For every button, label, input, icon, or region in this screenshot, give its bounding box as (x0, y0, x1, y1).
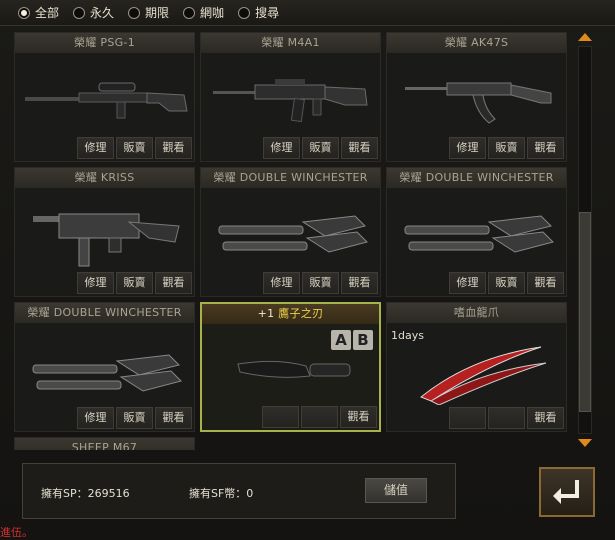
empty-button (488, 407, 525, 429)
double-shotgun-icon (32, 354, 182, 392)
repair-button[interactable]: 修理 (449, 272, 486, 294)
claw-icon (420, 346, 547, 405)
smg-icon (33, 213, 180, 267)
item-title: SHEEP M67 (15, 438, 194, 450)
item-slot-selected[interactable]: +1 鷹子之刃 A B 觀看 (200, 302, 381, 432)
item-slot[interactable]: 榮耀 DOUBLE WINCHESTER 修理 販賣 觀看 (14, 302, 195, 432)
item-title: 榮耀 DOUBLE WINCHESTER (15, 303, 194, 323)
filter-label: 全部 (35, 6, 60, 20)
corner-text: 進伍。 (0, 526, 33, 539)
sell-button[interactable]: 販賣 (116, 407, 153, 429)
knife-icon (237, 360, 351, 378)
empty-button (301, 406, 338, 428)
repair-button[interactable]: 修理 (263, 272, 300, 294)
repair-button[interactable]: 修理 (77, 407, 114, 429)
repair-button[interactable]: 修理 (263, 137, 300, 159)
filter-label: 搜尋 (255, 6, 280, 20)
sell-button[interactable]: 販賣 (116, 272, 153, 294)
item-title: 嗜血龍爪 (387, 303, 566, 323)
view-button[interactable]: 觀看 (155, 137, 192, 159)
item-slot[interactable]: SHEEP M67 (14, 437, 195, 450)
view-button[interactable]: 觀看 (527, 407, 564, 429)
item-slot[interactable]: 榮耀 PSG-1 修理 販賣 觀看 (14, 32, 195, 162)
item-title: 榮耀 M4A1 (201, 33, 380, 53)
radio-icon[interactable] (128, 6, 141, 19)
view-button[interactable]: 觀看 (527, 137, 564, 159)
view-button[interactable]: 觀看 (527, 272, 564, 294)
item-title: +1 鷹子之刃 (202, 304, 379, 324)
filter-permanent[interactable]: 永久 (73, 4, 114, 21)
ak-rifle-icon (405, 82, 552, 124)
inventory-window: 全部 永久 期限 網咖 搜尋 榮耀 PSG-1 修理 販賣 觀看 榮耀 M4A1 (0, 0, 615, 540)
item-slot[interactable]: 榮耀 KRISS 修理 販賣 觀看 (14, 167, 195, 297)
return-arrow-icon (553, 480, 579, 504)
view-button[interactable]: 觀看 (341, 137, 378, 159)
scroll-up-icon[interactable] (578, 33, 592, 41)
sell-button[interactable]: 販賣 (116, 137, 153, 159)
view-button[interactable]: 觀看 (340, 406, 377, 428)
filter-label: 期限 (145, 6, 170, 20)
back-button[interactable] (539, 467, 595, 517)
sniper-rifle-icon (25, 82, 188, 119)
filter-bar: 全部 永久 期限 網咖 搜尋 (0, 0, 615, 26)
item-title: 榮耀 PSG-1 (15, 33, 194, 53)
double-shotgun-icon (404, 215, 554, 253)
sf-balance: 擁有SF幣：0 (189, 487, 254, 500)
assault-rifle-icon (213, 79, 368, 123)
sell-button[interactable]: 販賣 (302, 137, 339, 159)
empty-button (449, 407, 486, 429)
item-title: 榮耀 DOUBLE WINCHESTER (387, 168, 566, 188)
filter-search[interactable]: 搜尋 (238, 4, 279, 21)
currency-panel: 擁有SP：269516 擁有SF幣：0 儲值 (22, 463, 456, 519)
sell-button[interactable]: 販賣 (488, 272, 525, 294)
filter-limited[interactable]: 期限 (128, 4, 169, 21)
scroll-thumb[interactable] (579, 212, 591, 412)
scroll-down-icon[interactable] (578, 439, 592, 447)
item-title: 榮耀 DOUBLE WINCHESTER (201, 168, 380, 188)
radio-icon[interactable] (18, 6, 30, 19)
view-button[interactable]: 觀看 (155, 272, 192, 294)
item-slot[interactable]: 榮耀 M4A1 修理 販賣 觀看 (200, 32, 381, 162)
item-title: 榮耀 KRISS (15, 168, 194, 188)
item-slot[interactable]: 榮耀 AK47S 修理 販賣 觀看 (386, 32, 567, 162)
sp-balance: 擁有SP：269516 (41, 487, 130, 500)
radio-icon[interactable] (73, 6, 86, 19)
empty-button (262, 406, 299, 428)
sell-button[interactable]: 販賣 (488, 137, 525, 159)
sell-button[interactable]: 販賣 (302, 272, 339, 294)
filter-label: 永久 (90, 6, 115, 20)
item-grid: 榮耀 PSG-1 修理 販賣 觀看 榮耀 M4A1 修理 販賣 觀看 榮耀 AK… (14, 32, 570, 450)
repair-button[interactable]: 修理 (77, 137, 114, 159)
item-slot[interactable]: 嗜血龍爪 1days 觀看 (386, 302, 567, 432)
scrollbar[interactable] (575, 30, 595, 450)
item-name: 鷹子之刃 (278, 307, 324, 320)
filter-label: 網咖 (200, 6, 225, 20)
item-slot[interactable]: 榮耀 DOUBLE WINCHESTER 修理 販賣 觀看 (200, 167, 381, 297)
double-shotgun-icon (218, 215, 368, 253)
filter-all[interactable]: 全部 (18, 4, 59, 21)
repair-button[interactable]: 修理 (449, 137, 486, 159)
view-button[interactable]: 觀看 (341, 272, 378, 294)
repair-button[interactable]: 修理 (77, 272, 114, 294)
radio-icon[interactable] (238, 6, 251, 19)
item-slot[interactable]: 榮耀 DOUBLE WINCHESTER 修理 販賣 觀看 (386, 167, 567, 297)
item-title: 榮耀 AK47S (387, 33, 566, 53)
view-button[interactable]: 觀看 (155, 407, 192, 429)
enhance-level: +1 (257, 307, 279, 320)
deposit-button[interactable]: 儲值 (365, 478, 427, 503)
filter-netcafe[interactable]: 網咖 (183, 4, 224, 21)
radio-icon[interactable] (183, 6, 196, 19)
